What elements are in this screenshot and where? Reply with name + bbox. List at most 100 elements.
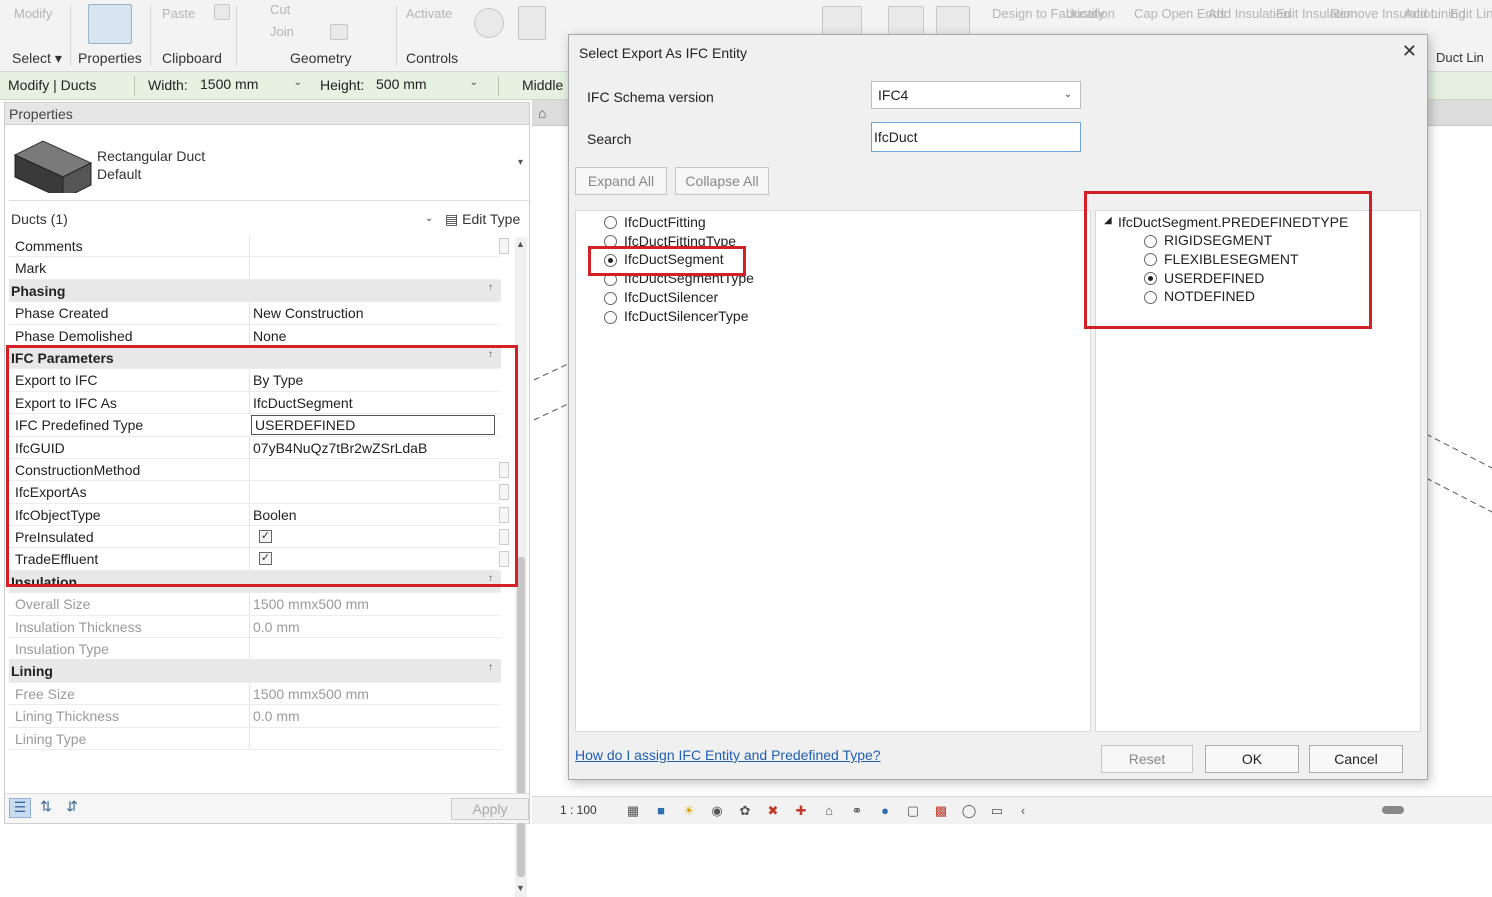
select-export-ifc-dialog: Select Export As IFC Entity ✕ IFC Schema…: [568, 34, 1428, 780]
ribbon-group-controls: Controls: [406, 50, 459, 66]
ribbon-cut-button[interactable]: Cut: [270, 2, 290, 17]
duct-line-left: [533, 361, 572, 421]
view-scale[interactable]: 1 : 100: [560, 803, 597, 817]
width-dropdown[interactable]: 1500 mm ⌄: [196, 75, 306, 97]
width-label: Width:: [148, 77, 188, 93]
instance-filter-bar: Ducts (1) ⌄ ▤ Edit Type: [5, 207, 529, 231]
properties-icon[interactable]: [88, 4, 132, 44]
duct-lining-group-label: Duct Lin: [1436, 50, 1484, 65]
wall-join-icon[interactable]: [330, 24, 348, 40]
scrollbar-thumb[interactable]: [517, 557, 525, 877]
dialog-title: Select Export As IFC Entity: [579, 45, 748, 61]
property-row: Lining Thickness 0.0 mm: [9, 705, 501, 728]
help-link[interactable]: How do I assign IFC Entity and Predefine…: [575, 747, 881, 763]
height-label: Height:: [320, 77, 365, 93]
edit-type-button[interactable]: ▤ Edit Type: [445, 211, 520, 228]
annotation-predefined-type-box: [1084, 191, 1372, 329]
search-label: Search: [587, 131, 632, 147]
entity-list-pane: IfcDuctFitting IfcDuctFittingType IfcDuc…: [575, 210, 1091, 732]
entity-radio[interactable]: [604, 216, 617, 229]
justify-button[interactable]: Justify: [1068, 6, 1105, 21]
property-row[interactable]: Mark: [9, 257, 501, 280]
worksharing-icon[interactable]: ▢: [904, 803, 922, 819]
scroll-left-icon[interactable]: ‹: [1014, 803, 1032, 819]
trim-icon[interactable]: [936, 6, 970, 36]
property-row: Overall Size 1500 mmx500 mm: [9, 593, 501, 616]
sort-ascending-icon[interactable]: ⇅: [35, 798, 57, 818]
entity-radio[interactable]: [604, 292, 617, 305]
group-header-phasing[interactable]: Phasing ↑: [9, 279, 501, 303]
property-row[interactable]: Comments: [9, 235, 509, 258]
property-row[interactable]: Phase Demolished None: [9, 324, 501, 347]
annotation-entity-box: [588, 246, 746, 276]
entity-radio[interactable]: [604, 311, 617, 324]
detail-level-icon[interactable]: ▦: [624, 803, 642, 819]
chevron-down-icon[interactable]: ⌄: [425, 213, 433, 224]
analysis-model-icon[interactable]: ▩: [932, 803, 950, 819]
offset-middle-label[interactable]: Middle: [522, 77, 563, 93]
property-row: Lining Type: [9, 727, 501, 750]
properties-title: Properties: [5, 103, 529, 125]
scroll-up-icon[interactable]: ▲: [516, 239, 525, 249]
collapse-all-button[interactable]: Collapse All: [675, 167, 769, 195]
split-icon[interactable]: [888, 6, 924, 36]
highlight-displacement-icon[interactable]: ◯: [960, 803, 978, 819]
shadows-icon[interactable]: ◉: [708, 803, 726, 819]
home-icon[interactable]: ⌂: [538, 105, 554, 121]
group-header-lining[interactable]: Lining ↑: [9, 660, 501, 683]
ok-button[interactable]: OK: [1205, 745, 1299, 773]
scroll-down-icon[interactable]: ▼: [516, 883, 525, 893]
chevron-down-icon: ⌄: [469, 77, 478, 88]
ribbon-modify-button[interactable]: Modify: [14, 6, 52, 21]
entity-item[interactable]: IfcDuctSilencerType: [624, 308, 749, 324]
type-selector[interactable]: Rectangular Duct Default ▾: [9, 127, 529, 201]
schema-label: IFC Schema version: [587, 89, 714, 105]
search-input[interactable]: IfcDuct: [871, 122, 1081, 152]
copy-icon[interactable]: [214, 4, 230, 20]
property-row[interactable]: Phase Created New Construction: [9, 302, 501, 325]
ribbon-group-geometry: Geometry: [290, 50, 352, 66]
edit-lining-button[interactable]: Edit Lining: [1450, 6, 1492, 21]
unlock-view-icon[interactable]: ⌂: [820, 803, 838, 819]
type-name: Rectangular Duct Default: [97, 148, 206, 182]
ribbon-activate-button[interactable]: Activate: [406, 6, 452, 21]
move-icon[interactable]: [474, 8, 504, 38]
instance-filter[interactable]: Ducts (1): [11, 211, 68, 227]
expand-all-button[interactable]: Expand All: [575, 167, 667, 195]
temporary-hide-icon[interactable]: ⚭: [848, 803, 866, 819]
rendering-icon[interactable]: ✿: [736, 803, 754, 819]
schema-version-select[interactable]: IFC4 ⌄: [871, 81, 1081, 109]
chevron-down-icon[interactable]: ▾: [518, 157, 523, 168]
show-crop-icon[interactable]: ✚: [792, 803, 810, 819]
rectangular-duct-icon: [13, 140, 93, 193]
ribbon-group-properties: Properties: [78, 50, 142, 66]
annotation-ifc-parameters-box: [6, 345, 518, 587]
visual-style-icon[interactable]: ■: [652, 803, 670, 819]
reveal-hidden-icon[interactable]: ●: [876, 803, 894, 819]
sort-descending-icon[interactable]: ⇵: [61, 798, 83, 818]
height-dropdown[interactable]: 500 mm ⌄: [372, 75, 482, 97]
sun-path-icon[interactable]: ☀: [680, 803, 698, 819]
ribbon-paste-button[interactable]: Paste: [162, 6, 195, 21]
categorized-icon[interactable]: ☰: [9, 798, 31, 818]
horizontal-scroll-thumb[interactable]: [1382, 806, 1404, 814]
property-row: Insulation Type: [9, 638, 501, 661]
chevron-down-icon: ▾: [54, 50, 62, 66]
cancel-button[interactable]: Cancel: [1309, 745, 1403, 773]
collapse-icon[interactable]: ↑: [488, 662, 493, 673]
apply-button[interactable]: Apply: [451, 798, 529, 820]
entity-item[interactable]: IfcDuctSilencer: [624, 289, 718, 305]
close-icon[interactable]: ✕: [1402, 41, 1417, 62]
reset-button[interactable]: Reset: [1101, 745, 1193, 773]
reveal-constraints-icon[interactable]: ▭: [988, 803, 1006, 819]
property-row: Free Size 1500 mmx500 mm: [9, 682, 501, 706]
collapse-icon[interactable]: ↑: [488, 282, 493, 293]
entity-item[interactable]: IfcDuctFitting: [624, 214, 706, 230]
select-dropdown[interactable]: Select ▾: [12, 50, 62, 67]
crop-view-icon[interactable]: ✖: [764, 803, 782, 819]
edit-type-icon: ▤: [445, 211, 459, 227]
copy-move-icon[interactable]: [518, 6, 546, 40]
view-control-bar: 1 : 100 ▦ ■ ☀ ◉ ✿ ✖ ✚ ⌂ ⚭ ● ▢ ▩ ◯ ▭ ‹: [532, 796, 1492, 824]
align-icon[interactable]: [822, 6, 862, 36]
ribbon-join-button[interactable]: Join: [270, 24, 294, 39]
